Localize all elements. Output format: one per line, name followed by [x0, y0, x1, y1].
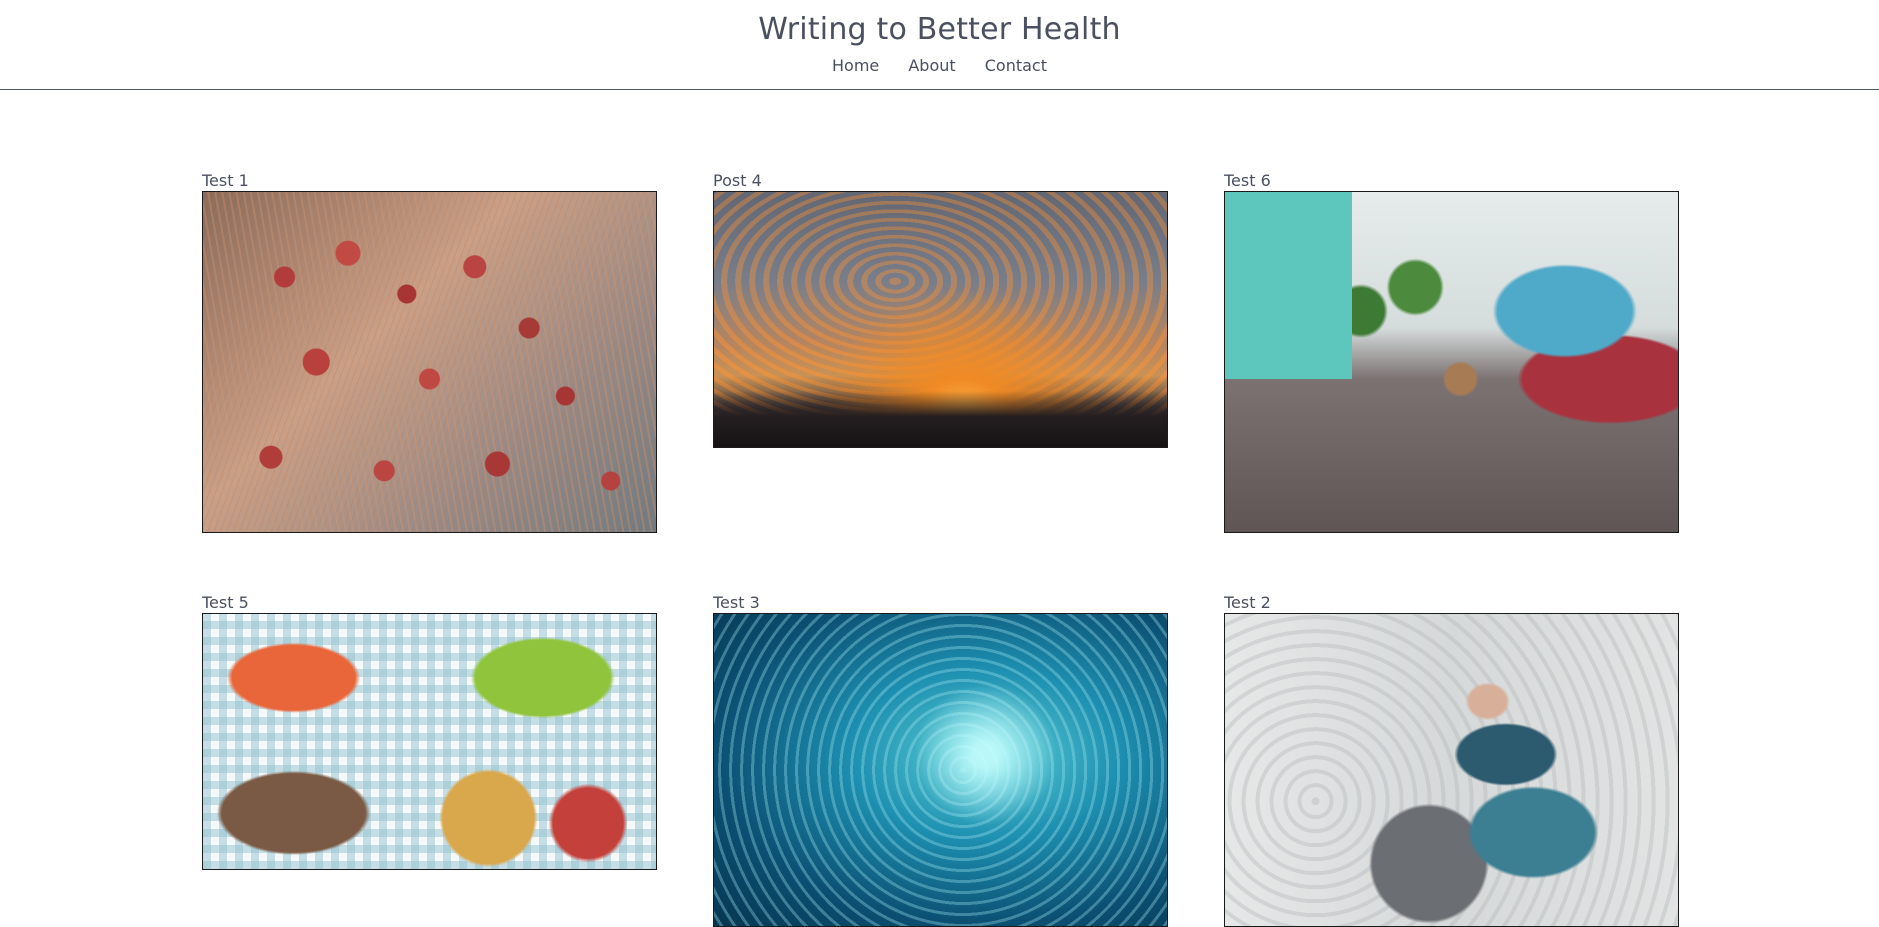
post-card: Test 1 — [202, 171, 657, 533]
post-card: Test 3 — [713, 593, 1168, 927]
post-thumbnail[interactable] — [1224, 613, 1679, 927]
site-title[interactable]: Writing to Better Health — [0, 12, 1879, 47]
post-thumbnail[interactable] — [713, 613, 1168, 927]
nav-about-link[interactable]: About — [908, 56, 955, 75]
post-title[interactable]: Post 4 — [713, 171, 1168, 191]
post-title[interactable]: Test 2 — [1224, 593, 1679, 613]
post-thumbnail[interactable] — [1224, 191, 1679, 533]
post-thumbnail[interactable] — [713, 191, 1168, 448]
post-card: Post 4 — [713, 171, 1168, 448]
post-title[interactable]: Test 1 — [202, 171, 657, 191]
post-thumbnail[interactable] — [202, 613, 657, 870]
nav-contact-link[interactable]: Contact — [985, 56, 1047, 75]
post-title[interactable]: Test 6 — [1224, 171, 1679, 191]
post-title[interactable]: Test 5 — [202, 593, 657, 613]
post-title[interactable]: Test 3 — [713, 593, 1168, 613]
post-thumbnail[interactable] — [202, 191, 657, 533]
site-header: Writing to Better Health Home About Cont… — [0, 0, 1879, 90]
main-nav: Home About Contact — [0, 56, 1879, 75]
post-card: Test 5 — [202, 593, 657, 870]
nav-home-link[interactable]: Home — [832, 56, 879, 75]
post-card: Test 2 — [1224, 593, 1679, 927]
post-card: Test 6 — [1224, 171, 1679, 533]
